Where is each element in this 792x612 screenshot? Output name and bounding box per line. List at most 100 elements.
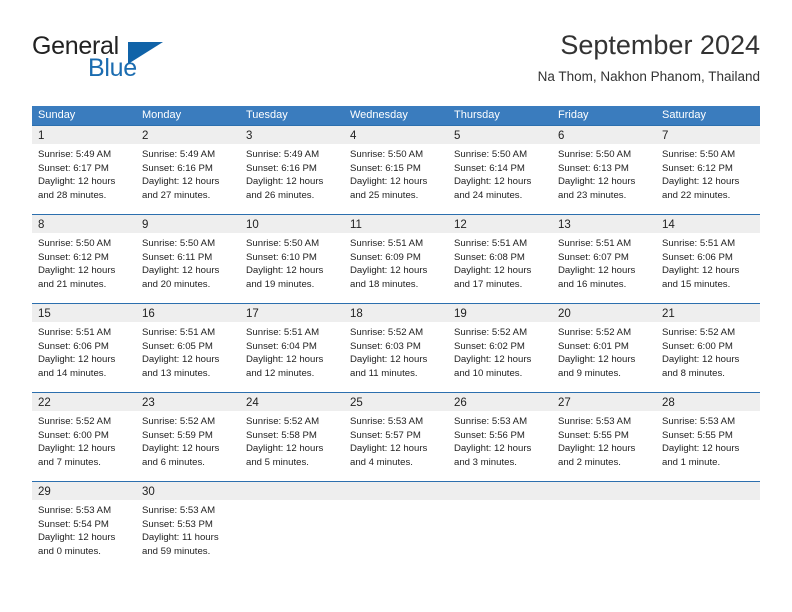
daylight-text-line2: and 19 minutes. (246, 278, 315, 290)
daylight-text-line2: and 10 minutes. (454, 367, 523, 379)
day-cell[interactable]: 21 Sunrise: 5:52 AM Sunset: 6:00 PM Dayligh… (656, 304, 760, 392)
daylight-text-line1: Daylight: 12 hours (558, 443, 636, 455)
day-cell[interactable]: 6 Sunrise: 5:50 AM Sunset: 6:13 PM Daylight… (552, 126, 656, 214)
day-details: Sunrise: 5:52 AM Sunset: 6:00 PM Daylight:… (656, 322, 760, 380)
day-cell[interactable]: 20 Sunrise: 5:52 AM Sunset: 6:01 PM Dayligh… (552, 304, 656, 392)
daylight-text-line1: Daylight: 12 hours (246, 354, 324, 366)
day-cell[interactable]: 24 Sunrise: 5:52 AM Sunset: 5:58 PM Dayligh… (240, 393, 344, 481)
day-cell[interactable]: 30 Sunrise: 5:53 AM Sunset: 5:53 PM Dayligh… (136, 482, 240, 570)
day-cell[interactable]: 16 Sunrise: 5:51 AM Sunset: 6:05 PM Dayligh… (136, 304, 240, 392)
sunrise-text: Sunrise: 5:50 AM (350, 149, 424, 160)
day-details: Sunrise: 5:50 AM Sunset: 6:15 PM Daylight:… (344, 144, 448, 202)
day-cell[interactable]: 28 Sunrise: 5:53 AM Sunset: 5:55 PM Dayligh… (656, 393, 760, 481)
daylight-text-line1: Daylight: 12 hours (454, 354, 532, 366)
day-details: Sunrise: 5:50 AM Sunset: 6:12 PM Daylight:… (32, 233, 136, 291)
sunset-text: Sunset: 6:17 PM (38, 162, 109, 174)
daylight-text-line2: and 11 minutes. (350, 367, 418, 379)
day-cell[interactable]: 12 Sunrise: 5:51 AM Sunset: 6:08 PM Dayligh… (448, 215, 552, 303)
brand-logo[interactable]: General Blue (32, 32, 262, 88)
day-number-band: 25 (344, 393, 448, 411)
sunset-text: Sunset: 5:59 PM (142, 429, 213, 441)
daylight-text-line2: and 26 minutes. (246, 189, 315, 201)
sunrise-text: Sunrise: 5:49 AM (142, 149, 216, 160)
daylight-text-line1: Daylight: 12 hours (38, 354, 116, 366)
daylight-text-line1: Daylight: 12 hours (662, 265, 740, 277)
day-cell[interactable]: 27 Sunrise: 5:53 AM Sunset: 5:55 PM Dayligh… (552, 393, 656, 481)
daylight-text-line2: and 12 minutes. (246, 367, 315, 379)
daylight-text-line2: and 20 minutes. (142, 278, 211, 290)
sunset-text: Sunset: 5:56 PM (454, 429, 525, 441)
day-number-band: 24 (240, 393, 344, 411)
day-details: Sunrise: 5:51 AM Sunset: 6:09 PM Daylight:… (344, 233, 448, 291)
sunrise-text: Sunrise: 5:51 AM (662, 238, 736, 249)
sunset-text: Sunset: 6:07 PM (558, 251, 629, 263)
day-cell[interactable]: 14 Sunrise: 5:51 AM Sunset: 6:06 PM Dayligh… (656, 215, 760, 303)
day-cell[interactable]: 3 Sunrise: 5:49 AM Sunset: 6:16 PM Daylight… (240, 126, 344, 214)
day-cell-empty (240, 482, 344, 570)
day-details: Sunrise: 5:51 AM Sunset: 6:04 PM Daylight:… (240, 322, 344, 380)
day-cell[interactable]: 26 Sunrise: 5:53 AM Sunset: 5:56 PM Dayligh… (448, 393, 552, 481)
daylight-text-line2: and 0 minutes. (38, 545, 101, 557)
day-cell[interactable]: 1 Sunrise: 5:49 AM Sunset: 6:17 PM Daylight… (32, 126, 136, 214)
day-cell[interactable]: 15 Sunrise: 5:51 AM Sunset: 6:06 PM Dayligh… (32, 304, 136, 392)
day-cell[interactable]: 22 Sunrise: 5:52 AM Sunset: 6:00 PM Dayligh… (32, 393, 136, 481)
day-number-band: 12 (448, 215, 552, 233)
day-cell[interactable]: 4 Sunrise: 5:50 AM Sunset: 6:15 PM Daylight… (344, 126, 448, 214)
sunrise-text: Sunrise: 5:52 AM (558, 327, 632, 338)
day-cell[interactable]: 10 Sunrise: 5:50 AM Sunset: 6:10 PM Dayligh… (240, 215, 344, 303)
day-details: Sunrise: 5:52 AM Sunset: 6:03 PM Daylight:… (344, 322, 448, 380)
sunrise-text: Sunrise: 5:53 AM (350, 416, 424, 427)
day-number-band: 14 (656, 215, 760, 233)
daylight-text-line1: Daylight: 12 hours (558, 354, 636, 366)
day-cell[interactable]: 8 Sunrise: 5:50 AM Sunset: 6:12 PM Daylight… (32, 215, 136, 303)
sunset-text: Sunset: 6:00 PM (38, 429, 109, 441)
day-cell[interactable]: 13 Sunrise: 5:51 AM Sunset: 6:07 PM Dayligh… (552, 215, 656, 303)
day-number: 30 (142, 486, 155, 498)
day-number (552, 486, 558, 498)
day-number-band: 8 (32, 215, 136, 233)
sunrise-text: Sunrise: 5:53 AM (558, 416, 632, 427)
day-cell[interactable]: 9 Sunrise: 5:50 AM Sunset: 6:11 PM Daylight… (136, 215, 240, 303)
day-cell[interactable]: 5 Sunrise: 5:50 AM Sunset: 6:14 PM Daylight… (448, 126, 552, 214)
day-number: 10 (246, 219, 259, 231)
day-cell[interactable]: 7 Sunrise: 5:50 AM Sunset: 6:12 PM Daylight… (656, 126, 760, 214)
day-number: 12 (454, 219, 467, 231)
daylight-text-line2: and 22 minutes. (662, 189, 731, 201)
sunrise-text: Sunrise: 5:52 AM (246, 416, 320, 427)
day-number: 14 (662, 219, 675, 231)
week-row: 29 Sunrise: 5:53 AM Sunset: 5:54 PM Dayligh… (32, 481, 760, 570)
page-subtitle: Na Thom, Nakhon Phanom, Thailand (537, 69, 760, 84)
day-cell[interactable]: 19 Sunrise: 5:52 AM Sunset: 6:02 PM Dayligh… (448, 304, 552, 392)
sunrise-text: Sunrise: 5:52 AM (350, 327, 424, 338)
sunset-text: Sunset: 6:16 PM (142, 162, 213, 174)
day-cell[interactable]: 25 Sunrise: 5:53 AM Sunset: 5:57 PM Dayligh… (344, 393, 448, 481)
day-number: 23 (142, 397, 155, 409)
day-cell[interactable]: 18 Sunrise: 5:52 AM Sunset: 6:03 PM Dayligh… (344, 304, 448, 392)
day-number: 13 (558, 219, 571, 231)
sunset-text: Sunset: 6:10 PM (246, 251, 317, 263)
day-number-band (656, 482, 760, 500)
day-cell[interactable]: 23 Sunrise: 5:52 AM Sunset: 5:59 PM Dayligh… (136, 393, 240, 481)
day-details: Sunrise: 5:52 AM Sunset: 5:58 PM Daylight:… (240, 411, 344, 469)
day-cell[interactable]: 17 Sunrise: 5:51 AM Sunset: 6:04 PM Dayligh… (240, 304, 344, 392)
day-cell[interactable]: 11 Sunrise: 5:51 AM Sunset: 6:09 PM Dayligh… (344, 215, 448, 303)
day-number: 4 (350, 130, 357, 142)
week-row: 1 Sunrise: 5:49 AM Sunset: 6:17 PM Daylight… (32, 125, 760, 214)
day-number-band: 11 (344, 215, 448, 233)
day-details: Sunrise: 5:49 AM Sunset: 6:16 PM Daylight:… (136, 144, 240, 202)
daylight-text-line2: and 9 minutes. (558, 367, 621, 379)
day-cell[interactable]: 29 Sunrise: 5:53 AM Sunset: 5:54 PM Dayligh… (32, 482, 136, 570)
day-number: 29 (38, 486, 51, 498)
day-number: 28 (662, 397, 675, 409)
daylight-text-line2: and 3 minutes. (454, 456, 517, 468)
day-number-band: 23 (136, 393, 240, 411)
day-details: Sunrise: 5:53 AM Sunset: 5:55 PM Daylight:… (552, 411, 656, 469)
sunset-text: Sunset: 6:01 PM (558, 340, 629, 352)
sunset-text: Sunset: 5:55 PM (558, 429, 629, 441)
day-details: Sunrise: 5:51 AM Sunset: 6:07 PM Daylight:… (552, 233, 656, 291)
sunrise-text: Sunrise: 5:50 AM (246, 238, 320, 249)
day-number (448, 486, 454, 498)
day-cell[interactable]: 2 Sunrise: 5:49 AM Sunset: 6:16 PM Daylight… (136, 126, 240, 214)
sunrise-text: Sunrise: 5:53 AM (454, 416, 528, 427)
sunset-text: Sunset: 5:53 PM (142, 518, 213, 530)
